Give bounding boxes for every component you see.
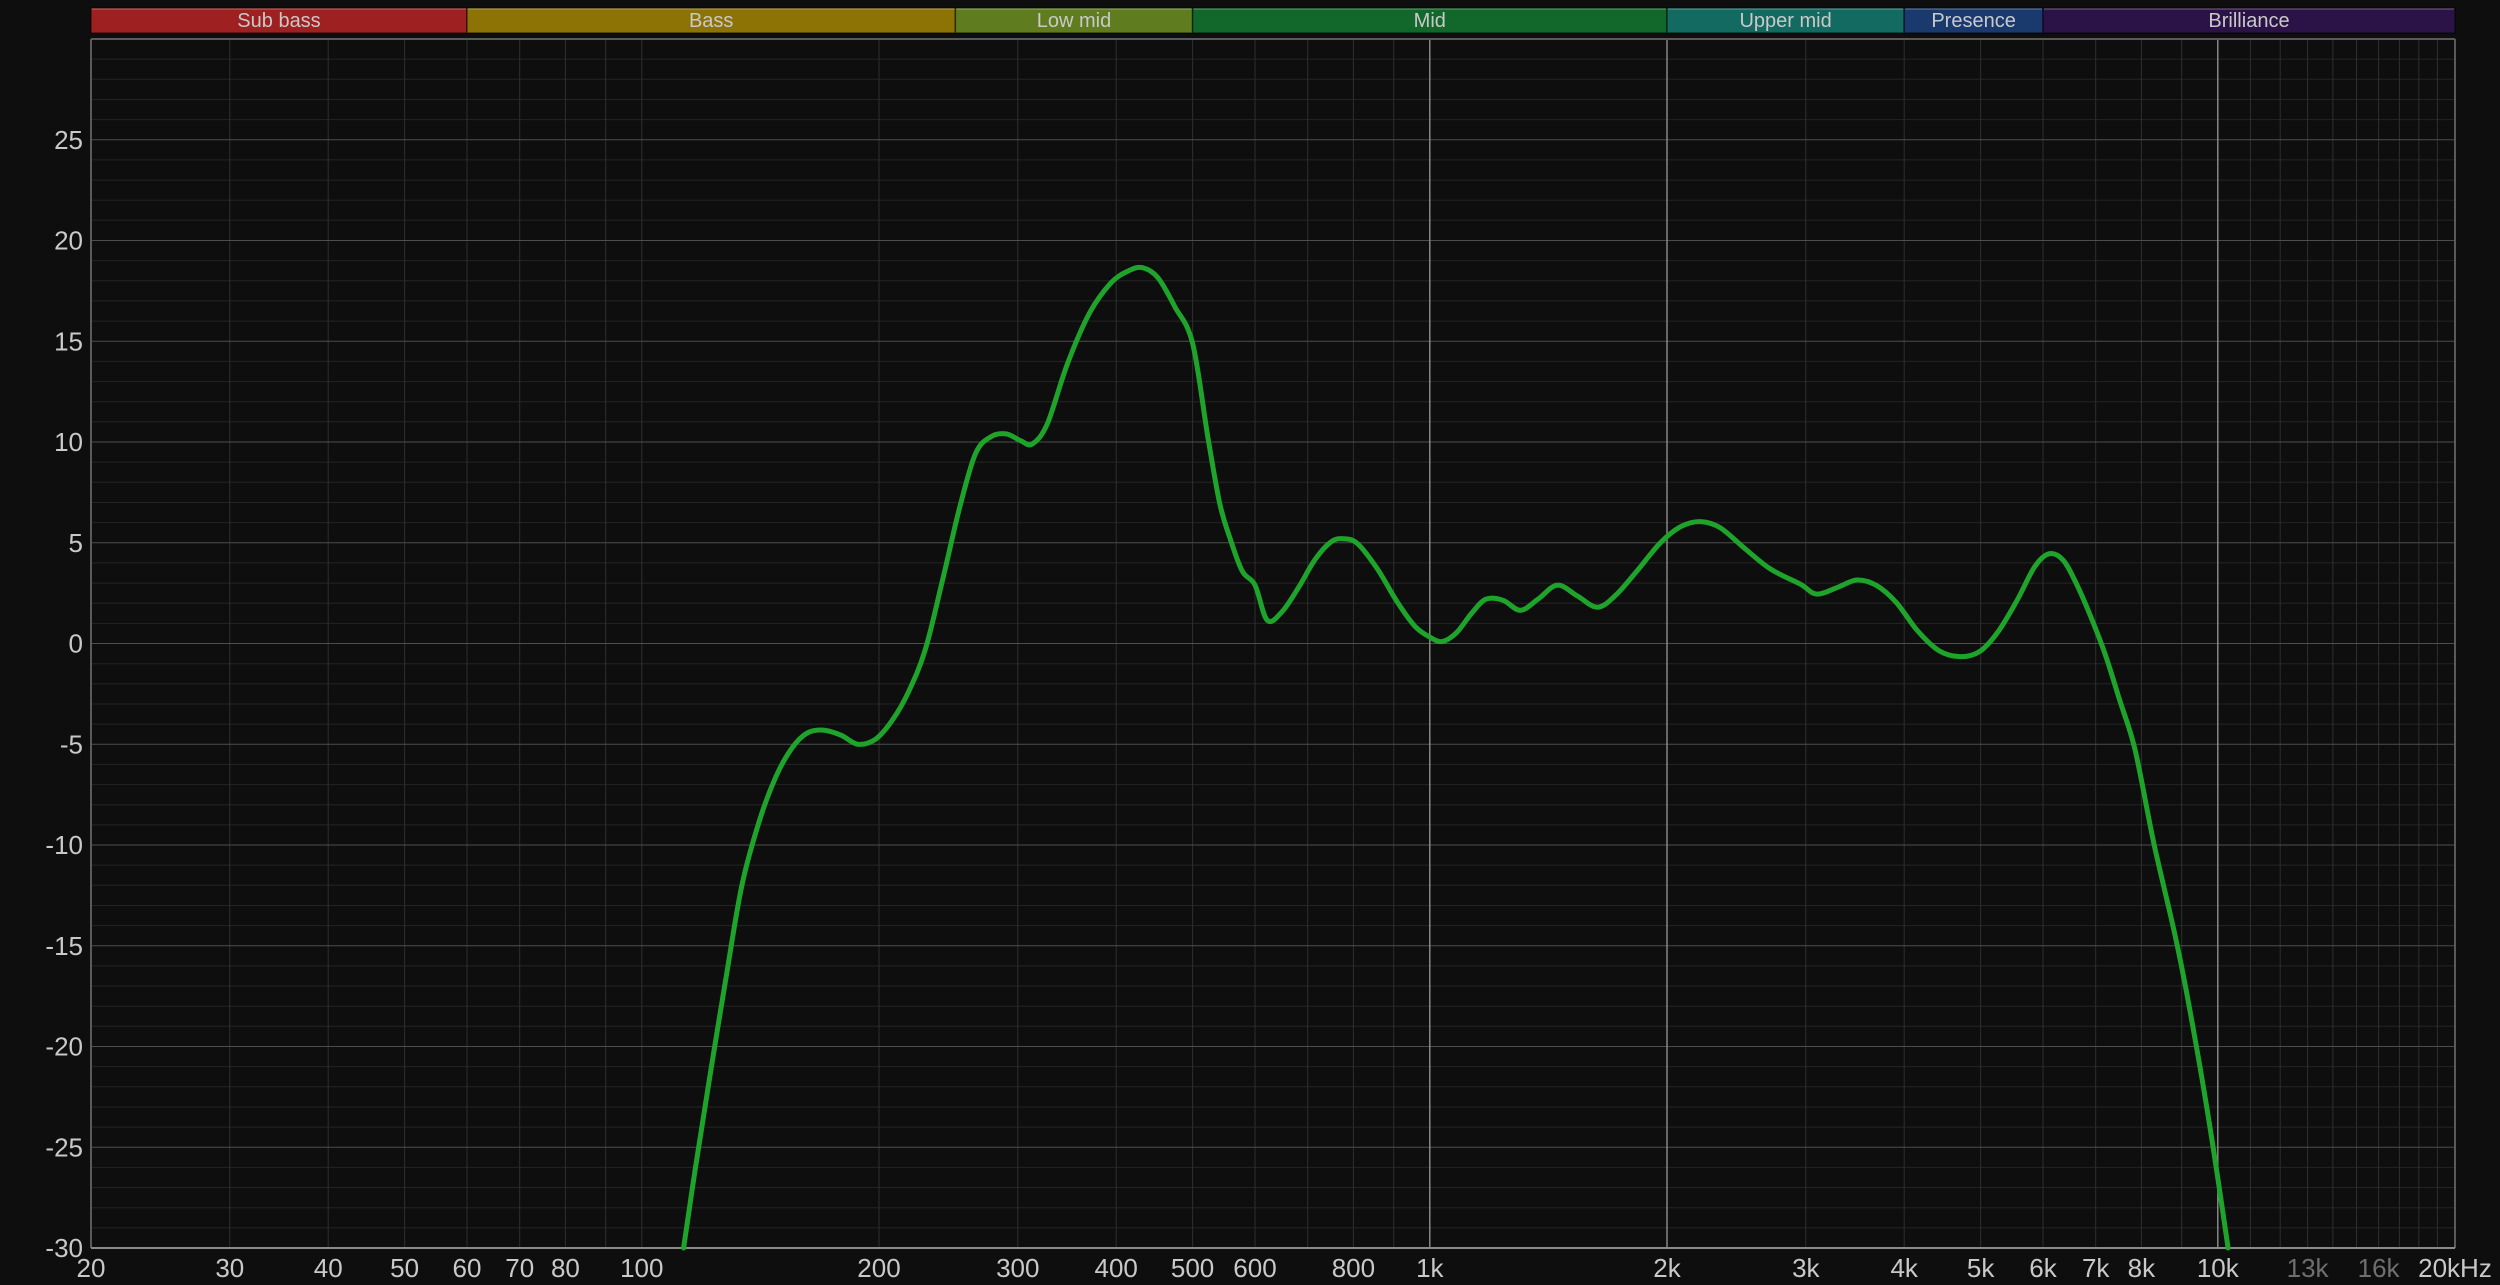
svg-text:20: 20 — [54, 226, 83, 256]
band-label: Mid — [1414, 10, 1446, 32]
band-label: Bass — [689, 10, 733, 32]
svg-text:20: 20 — [77, 1253, 106, 1283]
frequency-bands: Sub bass Bass Low mid Mid Upper mid Presence B… — [90, 7, 2456, 34]
svg-text:800: 800 — [1332, 1253, 1375, 1283]
svg-text:300: 300 — [996, 1253, 1039, 1283]
svg-text:-15: -15 — [45, 931, 83, 961]
svg-text:6k: 6k — [2029, 1253, 2057, 1283]
svg-text:60: 60 — [453, 1253, 482, 1283]
band-label: Brilliance — [2208, 10, 2289, 32]
svg-text:5: 5 — [69, 528, 83, 558]
frequency-response-chart: SPL Sub bassBassLow midMidUpper midPrese… — [0, 0, 2500, 1285]
svg-text:2k: 2k — [1653, 1253, 1681, 1283]
svg-text:16k: 16k — [2358, 1253, 2401, 1283]
chart-canvas: Sub bass Bass Low mid Mid Upper mid Presence B… — [0, 0, 2500, 1285]
svg-text:13k: 13k — [2287, 1253, 2330, 1283]
svg-text:-10: -10 — [45, 830, 83, 860]
svg-text:25: 25 — [54, 125, 83, 155]
svg-text:5k: 5k — [1967, 1253, 1995, 1283]
svg-text:80: 80 — [551, 1253, 580, 1283]
svg-text:30: 30 — [215, 1253, 244, 1283]
svg-text:400: 400 — [1095, 1253, 1138, 1283]
svg-text:7k: 7k — [2082, 1253, 2110, 1283]
svg-text:20kHz: 20kHz — [2418, 1253, 2492, 1283]
svg-text:15: 15 — [54, 326, 83, 356]
svg-text:3k: 3k — [1792, 1253, 1820, 1283]
svg-text:1k: 1k — [1416, 1253, 1444, 1283]
svg-text:200: 200 — [857, 1253, 900, 1283]
svg-text:500: 500 — [1171, 1253, 1214, 1283]
svg-text:-20: -20 — [45, 1032, 83, 1062]
svg-text:10k: 10k — [2197, 1253, 2240, 1283]
svg-text:0: 0 — [69, 629, 83, 659]
svg-text:600: 600 — [1233, 1253, 1276, 1283]
band-label: Upper mid — [1739, 10, 1831, 32]
svg-text:100: 100 — [620, 1253, 663, 1283]
svg-text:40: 40 — [314, 1253, 343, 1283]
svg-text:-25: -25 — [45, 1132, 83, 1162]
svg-text:4k: 4k — [1890, 1253, 1918, 1283]
band-label: Sub bass — [237, 10, 320, 32]
svg-text:70: 70 — [505, 1253, 534, 1283]
svg-text:8k: 8k — [2128, 1253, 2156, 1283]
svg-text:10: 10 — [54, 427, 83, 457]
band-label: Presence — [1931, 10, 2016, 32]
svg-text:-5: -5 — [60, 729, 83, 759]
svg-text:50: 50 — [390, 1253, 419, 1283]
band-label: Low mid — [1037, 10, 1111, 32]
